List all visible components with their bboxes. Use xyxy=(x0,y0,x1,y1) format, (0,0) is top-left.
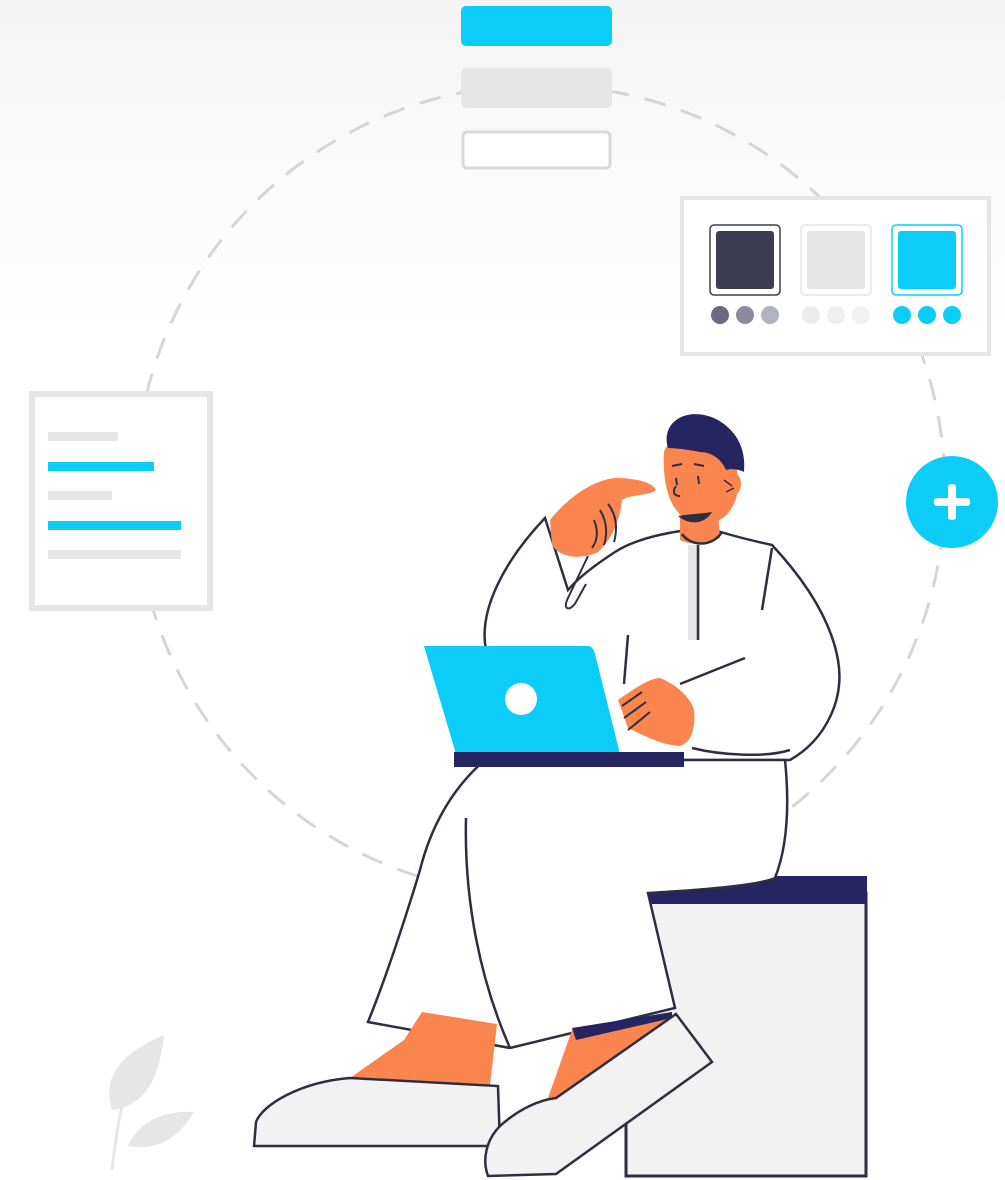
color-swatch-panel xyxy=(680,196,991,356)
swatch-light xyxy=(807,231,865,289)
swatch-accent-dot xyxy=(943,306,961,324)
document-line xyxy=(48,550,181,559)
document-card xyxy=(29,391,213,611)
swatch-accent xyxy=(898,231,956,289)
gray-button-sample xyxy=(461,68,612,108)
swatch-accent-dot xyxy=(918,306,936,324)
document-card-frame xyxy=(29,391,213,611)
swatch-light-dot xyxy=(802,306,820,324)
swatch-light-dot xyxy=(852,306,870,324)
document-line xyxy=(48,491,112,500)
ear xyxy=(723,472,741,496)
document-line-accent xyxy=(48,521,181,530)
swatch-dark-dot xyxy=(736,306,754,324)
document-line-accent xyxy=(48,462,154,471)
add-button[interactable] xyxy=(906,456,998,548)
left-shoe xyxy=(252,1076,502,1148)
swatch-accent-dot xyxy=(893,306,911,324)
accent-button-sample xyxy=(461,6,612,46)
outline-button-sample xyxy=(461,130,612,170)
laptop-base xyxy=(454,752,684,767)
swatch-dark-dot xyxy=(761,306,779,324)
leaf-icon xyxy=(109,1035,194,1171)
customization-illustration xyxy=(0,0,1005,1178)
swatch-dark-dot xyxy=(711,306,729,324)
button-stack xyxy=(461,6,612,170)
document-line xyxy=(48,432,118,441)
swatch-light-dot xyxy=(827,306,845,324)
laptop-logo-icon xyxy=(505,683,537,715)
swatch-dark xyxy=(716,231,774,289)
